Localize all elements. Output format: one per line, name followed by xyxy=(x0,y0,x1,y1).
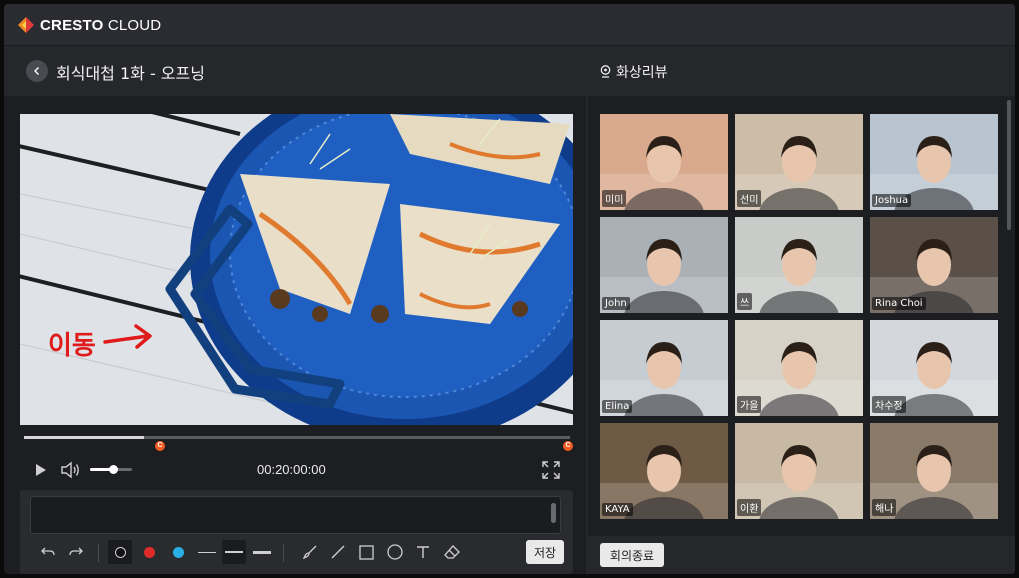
annotation-editor: 저장 xyxy=(20,490,573,574)
participant-tile[interactable]: 미미 xyxy=(600,114,728,210)
participant-name: Joshua xyxy=(872,194,912,207)
participant-tile[interactable]: Rina Choi xyxy=(870,217,998,313)
participant-name: 해나 xyxy=(872,499,897,516)
participant-tile[interactable]: Elina xyxy=(600,320,728,416)
color-red-button[interactable] xyxy=(137,540,161,564)
participant-tile[interactable]: 선미 xyxy=(735,114,863,210)
participant-scrollbar[interactable] xyxy=(1007,100,1011,230)
participant-name: 쓰 xyxy=(737,293,753,310)
undo-icon xyxy=(41,547,55,556)
play-icon[interactable] xyxy=(34,463,48,477)
brush-icon xyxy=(303,545,317,559)
brush-tool-button[interactable] xyxy=(298,540,322,564)
participant-name: John xyxy=(602,297,630,310)
logo-icon xyxy=(18,17,34,33)
food-video-image: 이동 xyxy=(20,114,573,425)
brand-name-bold: CRESTO xyxy=(40,16,104,34)
comment-input-box[interactable] xyxy=(30,496,561,534)
circle-tool-button[interactable] xyxy=(383,540,407,564)
text-tool-button[interactable] xyxy=(411,540,435,564)
eraser-tool-button[interactable] xyxy=(440,540,464,564)
color-blue-swatch xyxy=(172,546,184,558)
participant-tile[interactable]: 해나 xyxy=(870,423,998,519)
comment-marker[interactable]: C xyxy=(563,441,573,451)
undo-button[interactable] xyxy=(36,540,60,564)
participant-tile[interactable]: KAYA xyxy=(600,423,728,519)
rectangle-icon xyxy=(358,544,374,560)
line-tool-button[interactable] xyxy=(326,540,350,564)
color-black-button[interactable] xyxy=(108,540,132,564)
participant-name: 미미 xyxy=(602,190,627,207)
timecode: 00:20:00:00 xyxy=(257,462,326,477)
color-black-swatch xyxy=(114,546,126,558)
seek-progress xyxy=(24,436,145,439)
stroke-medium-button[interactable] xyxy=(222,540,246,564)
page-title: 회식대첩 1화 - 오프닝 xyxy=(56,64,205,83)
participant-tile[interactable]: 가을 xyxy=(735,320,863,416)
drawing-toolbar: 저장 xyxy=(20,540,573,570)
fullscreen-icon[interactable] xyxy=(542,461,560,479)
participant-tile[interactable]: 차수정 xyxy=(870,320,998,416)
participant-grid: 미미 선미 Joshua John 쓰 Rina Choi Elina 가을 차수정 KAYA 이환… xyxy=(588,98,1015,534)
participant-tile[interactable]: John xyxy=(600,217,728,313)
rectangle-tool-button[interactable] xyxy=(354,540,378,564)
participant-name: 이환 xyxy=(737,499,762,516)
comment-input[interactable] xyxy=(31,497,560,533)
review-header: 회식대첩 1화 - 오프닝 xyxy=(4,46,586,96)
participant-name: 차수정 xyxy=(872,396,906,413)
video-review-panel: 화상리뷰 미미 선미 Joshua John 쓰 Rina Choi Elina 가을 차수정 K… xyxy=(588,46,1015,574)
volume-slider[interactable] xyxy=(90,465,132,474)
stroke-medium-icon xyxy=(225,551,243,553)
circle-icon xyxy=(387,544,403,560)
stroke-thick-button[interactable] xyxy=(250,540,274,564)
participant-name: 선미 xyxy=(737,190,762,207)
player-controls: 00:20:00:00 xyxy=(4,454,586,484)
participant-name: KAYA xyxy=(602,503,633,516)
panel-title: 화상리뷰 xyxy=(616,65,668,81)
participant-video xyxy=(735,217,863,313)
participant-name: Elina xyxy=(602,400,633,413)
app-window: CRESTO CLOUD 회식대첩 1화 - 오프닝 이동 C C 00:20:… xyxy=(4,4,1015,574)
eraser-icon xyxy=(444,545,460,559)
text-icon xyxy=(417,546,429,558)
chevron-left-icon xyxy=(34,67,39,75)
video-review-footer: 회의종료 xyxy=(588,536,1015,574)
redo-icon xyxy=(69,547,83,556)
webcam-icon xyxy=(600,65,611,78)
participant-name: Rina Choi xyxy=(872,297,926,310)
brand-name-light: CLOUD xyxy=(107,16,162,34)
brand-logo[interactable]: CRESTO CLOUD xyxy=(16,14,161,36)
toolbar-divider xyxy=(283,544,284,562)
end-meeting-button[interactable]: 회의종료 xyxy=(600,543,664,567)
save-button[interactable]: 저장 xyxy=(526,540,564,564)
seek-bar[interactable]: C C xyxy=(24,436,573,451)
video-review-header: 화상리뷰 xyxy=(588,46,1015,96)
video-frame[interactable]: 이동 xyxy=(20,114,573,425)
volume-icon[interactable] xyxy=(60,460,82,480)
annotation-text: 이동 xyxy=(48,331,96,361)
top-bar: CRESTO CLOUD xyxy=(4,4,1015,46)
back-button[interactable] xyxy=(26,60,48,82)
participant-tile[interactable]: 쓰 xyxy=(735,217,863,313)
color-blue-button[interactable] xyxy=(166,540,190,564)
stroke-thick-icon xyxy=(253,550,271,554)
toolbar-divider xyxy=(98,544,99,562)
comment-scrollbar[interactable] xyxy=(551,503,556,523)
redo-button[interactable] xyxy=(64,540,88,564)
participant-tile[interactable]: 이환 xyxy=(735,423,863,519)
line-icon xyxy=(331,545,345,559)
review-panel: 회식대첩 1화 - 오프닝 이동 C C 00:20:00:00 저장 xyxy=(4,46,586,574)
stroke-thin-button[interactable] xyxy=(195,540,219,564)
participant-tile[interactable]: Joshua xyxy=(870,114,998,210)
color-red-swatch xyxy=(143,546,155,558)
participant-name: 가을 xyxy=(737,396,762,413)
comment-marker[interactable]: C xyxy=(155,441,165,451)
volume-knob[interactable] xyxy=(109,465,119,474)
stroke-thin-icon xyxy=(198,551,216,553)
